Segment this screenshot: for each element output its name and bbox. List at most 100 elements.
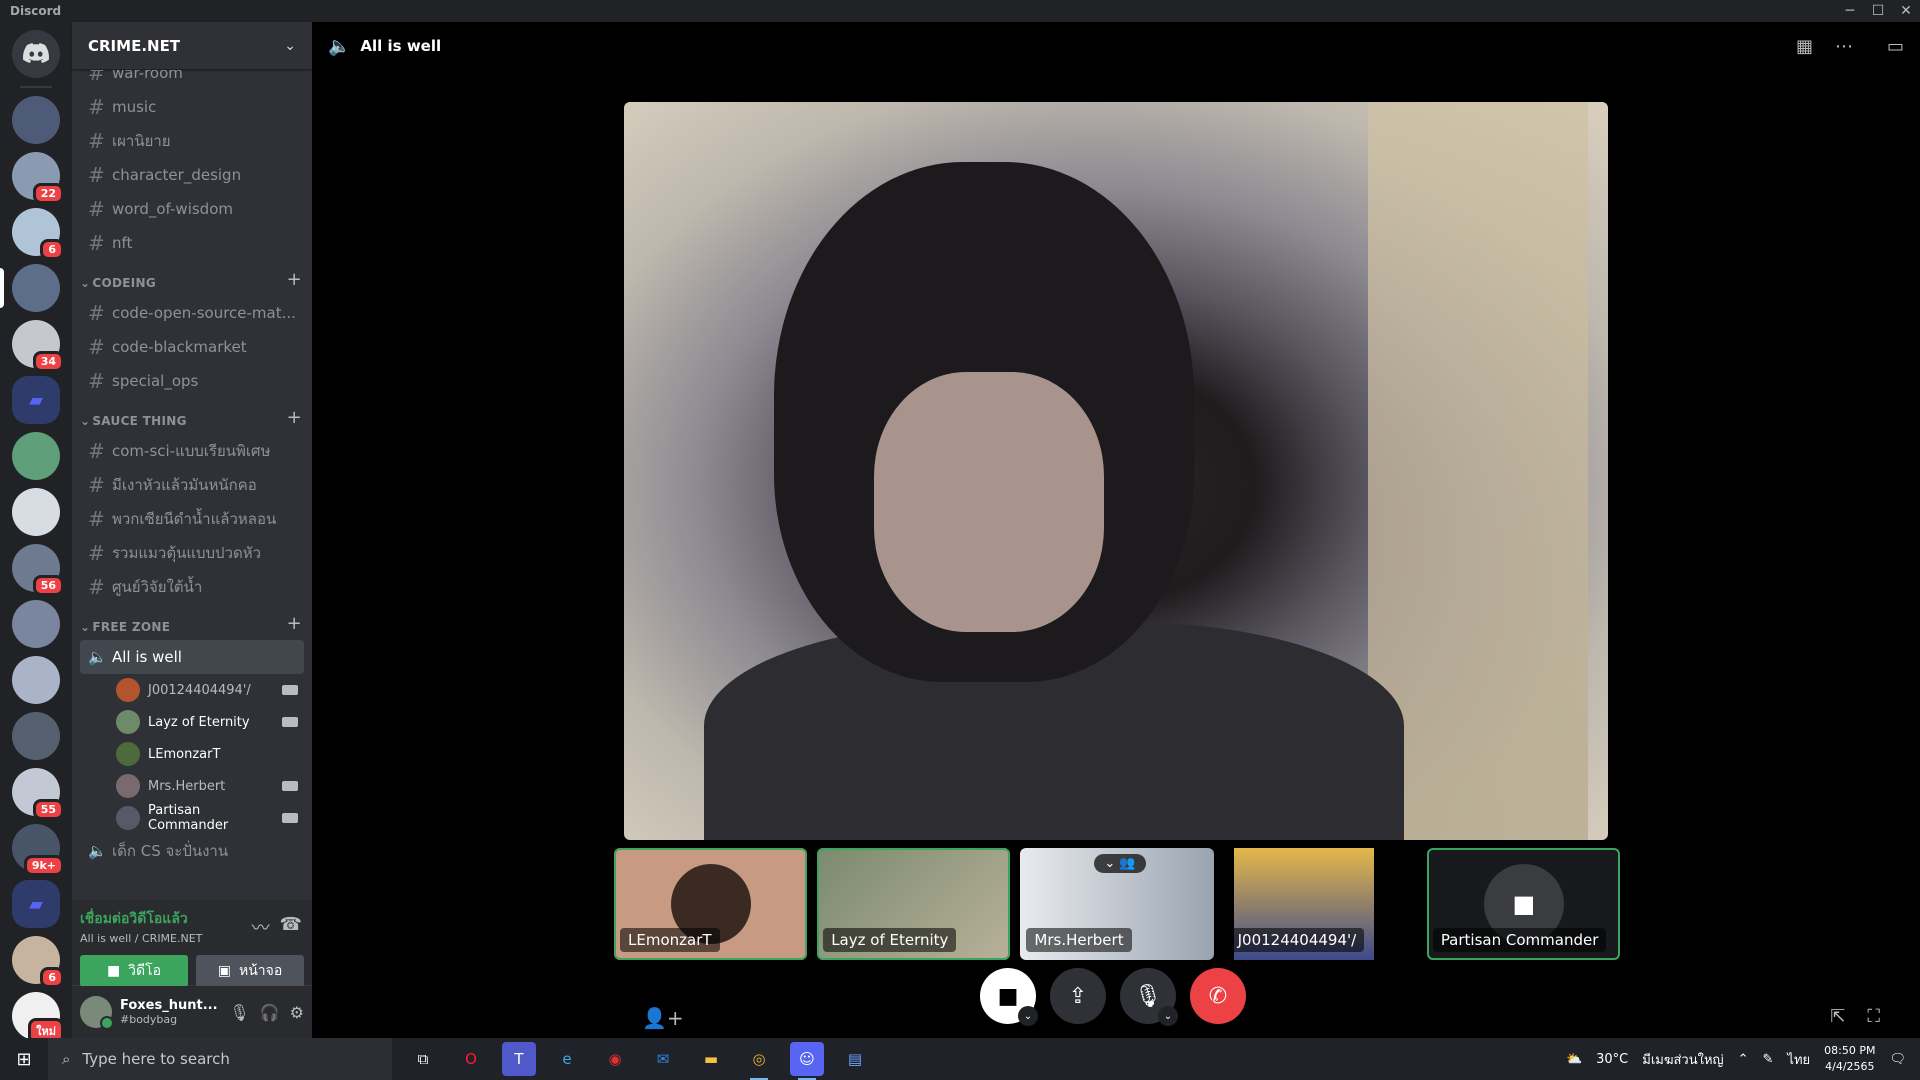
- voice-user[interactable]: Layz of Eternity: [80, 706, 304, 738]
- server-header[interactable]: CRIME.NET ⌄: [72, 22, 312, 70]
- channel-code-open-source[interactable]: # code-open-source-mat...: [80, 296, 304, 330]
- voice-channel-all-is-well[interactable]: 🔈 All is well: [80, 640, 304, 674]
- add-channel-icon[interactable]: +: [287, 613, 302, 634]
- channel-war-room[interactable]: # war-room: [80, 70, 304, 90]
- add-channel-icon[interactable]: +: [287, 269, 302, 290]
- channel-music[interactable]: # music: [80, 90, 304, 124]
- server-icon[interactable]: 9k+: [12, 824, 64, 876]
- mention-badge: 6: [40, 967, 64, 988]
- participant-tile[interactable]: ■ Partisan Commander: [1426, 848, 1621, 960]
- headphones-icon[interactable]: 🎧: [260, 1003, 280, 1022]
- server-icon[interactable]: 22: [12, 152, 64, 204]
- language-indicator[interactable]: ไทย: [1787, 1049, 1810, 1070]
- search-placeholder: Type here to search: [82, 1050, 230, 1068]
- server-icon[interactable]: [12, 488, 60, 536]
- channel-character-design[interactable]: # character_design: [80, 158, 304, 192]
- add-channel-icon[interactable]: +: [287, 407, 302, 428]
- home-button[interactable]: [12, 30, 60, 78]
- mention-badge: 9k+: [23, 855, 64, 876]
- invite-user-icon[interactable]: 👤+: [642, 1006, 684, 1030]
- channel-sauce-3[interactable]: # พวกเซียนีดำน้ำแล้วหลอน: [80, 502, 304, 536]
- chevron-down-icon[interactable]: ⌄: [1158, 1006, 1178, 1026]
- mute-button[interactable]: 🎙 ⌄: [1120, 968, 1178, 1026]
- server-icon[interactable]: 55: [12, 768, 64, 820]
- noise-suppression-icon[interactable]: 〰: [252, 914, 270, 940]
- game-app-icon[interactable]: ◉: [598, 1042, 632, 1076]
- server-icon[interactable]: [12, 712, 60, 760]
- channel-sauce-1[interactable]: # com-sci-แบบเรียนพิเศษ: [80, 434, 304, 468]
- channel-word-of-wisdom[interactable]: # word_of-wisdom: [80, 192, 304, 226]
- server-icon[interactable]: [12, 432, 60, 480]
- chevron-down-icon[interactable]: ⌄: [1018, 1006, 1038, 1026]
- hash-icon: #: [88, 197, 105, 221]
- category-coding[interactable]: ⌄ CODEING +: [80, 260, 304, 296]
- server-icon[interactable]: 56: [12, 544, 64, 596]
- server-icon[interactable]: 6: [12, 936, 64, 988]
- edge-icon[interactable]: e: [550, 1042, 584, 1076]
- mail-icon[interactable]: ✉: [646, 1042, 680, 1076]
- channel-novel[interactable]: # เผานิยาย: [80, 124, 304, 158]
- voice-user[interactable]: Partisan Commander: [80, 802, 304, 834]
- category-sauce-thing[interactable]: ⌄ SAUCE THING +: [80, 398, 304, 434]
- hash-icon: #: [88, 301, 105, 325]
- server-icon[interactable]: [12, 656, 60, 704]
- voice-user[interactable]: J00124404494'/: [80, 674, 304, 706]
- user-avatar[interactable]: [80, 996, 114, 1030]
- clock[interactable]: 08:50 PM 4/4/2565: [1824, 1043, 1875, 1075]
- channel-sauce-5[interactable]: # ศูนย์วิจัยใต้น้ำ: [80, 570, 304, 604]
- maximize-button[interactable]: ☐: [1864, 3, 1892, 19]
- category-free-zone[interactable]: ⌄ FREE ZONE +: [80, 604, 304, 640]
- server-icon[interactable]: ▰: [12, 376, 60, 424]
- windows-start-icon[interactable]: ⊞: [0, 1049, 48, 1070]
- server-icon[interactable]: ใหม่: [12, 992, 64, 1038]
- microphone-icon[interactable]: 🎙: [229, 1003, 249, 1022]
- focused-video-stream[interactable]: [624, 102, 1608, 840]
- video-button[interactable]: ■ วิดีโอ: [80, 955, 188, 987]
- ide-icon[interactable]: ▤: [838, 1042, 872, 1076]
- taskbar-search[interactable]: ⌕ Type here to search: [48, 1038, 392, 1080]
- server-icon[interactable]: [12, 96, 60, 144]
- voice-channel-cs[interactable]: 🔈 เด็ก CS จะปั่นงาน: [80, 834, 304, 868]
- close-window-button[interactable]: ✕: [1892, 3, 1920, 19]
- notification-icon[interactable]: 🗨: [1889, 1052, 1906, 1067]
- disconnect-call-button[interactable]: ✆: [1190, 968, 1246, 1024]
- camera-toggle-button[interactable]: ■ ⌄: [980, 968, 1038, 1026]
- fullscreen-icon[interactable]: ⛶: [1867, 1006, 1880, 1027]
- opera-icon[interactable]: O: [454, 1042, 488, 1076]
- screen-share-button[interactable]: ▣ หน้าจอ: [196, 955, 304, 987]
- channel-sauce-2[interactable]: # มีเงาหัวแล้วมันหนักคอ: [80, 468, 304, 502]
- popout-icon[interactable]: ⇱: [1830, 1006, 1845, 1027]
- grid-layout-icon[interactable]: ▦: [1796, 36, 1813, 57]
- server-icon[interactable]: [0, 264, 60, 312]
- share-screen-button[interactable]: ⇪: [1050, 968, 1106, 1024]
- server-icon[interactable]: 34: [12, 320, 64, 372]
- channel-special-ops[interactable]: # special_ops: [80, 364, 304, 398]
- settings-gear-icon[interactable]: ⚙: [290, 1003, 304, 1022]
- pen-icon[interactable]: ✎: [1763, 1052, 1774, 1067]
- weather-icon[interactable]: ⛅: [1566, 1052, 1582, 1067]
- participant-tile[interactable]: Layz of Eternity: [817, 848, 1011, 960]
- chrome-icon[interactable]: ◎: [742, 1042, 776, 1080]
- channel-sauce-4[interactable]: # รวมแมวตุ้นแบบปวดหัว: [80, 536, 304, 570]
- discord-taskbar-icon[interactable]: ☺: [790, 1042, 824, 1080]
- server-icon[interactable]: [12, 600, 60, 648]
- inbox-icon[interactable]: ▭: [1887, 36, 1904, 57]
- participant-tile[interactable]: ⌄ 👥 Mrs.Herbert: [1020, 848, 1214, 960]
- chevron-up-icon[interactable]: ⌃: [1738, 1052, 1749, 1067]
- channel-code-blackmarket[interactable]: # code-blackmarket: [80, 330, 304, 364]
- voice-user[interactable]: Mrs.Herbert: [80, 770, 304, 802]
- voice-user-avatar: [116, 710, 140, 734]
- voice-user[interactable]: LEmonzarT: [80, 738, 304, 770]
- channel-nft[interactable]: # nft: [80, 226, 304, 260]
- server-icon[interactable]: ▰: [12, 880, 60, 928]
- tile-expand-control[interactable]: ⌄ 👥: [1094, 854, 1146, 873]
- task-view-icon[interactable]: ⧉: [406, 1042, 440, 1076]
- participant-tile[interactable]: J00124404494'/: [1223, 848, 1417, 960]
- minimize-button[interactable]: ─: [1836, 3, 1864, 19]
- more-options-icon[interactable]: ⋯: [1835, 36, 1853, 57]
- disconnect-icon[interactable]: ☎: [280, 914, 302, 940]
- teams-icon[interactable]: T: [502, 1042, 536, 1076]
- file-explorer-icon[interactable]: ▬: [694, 1042, 728, 1076]
- participant-tile[interactable]: LEmonzarT: [614, 848, 808, 960]
- server-icon[interactable]: 6: [12, 208, 64, 260]
